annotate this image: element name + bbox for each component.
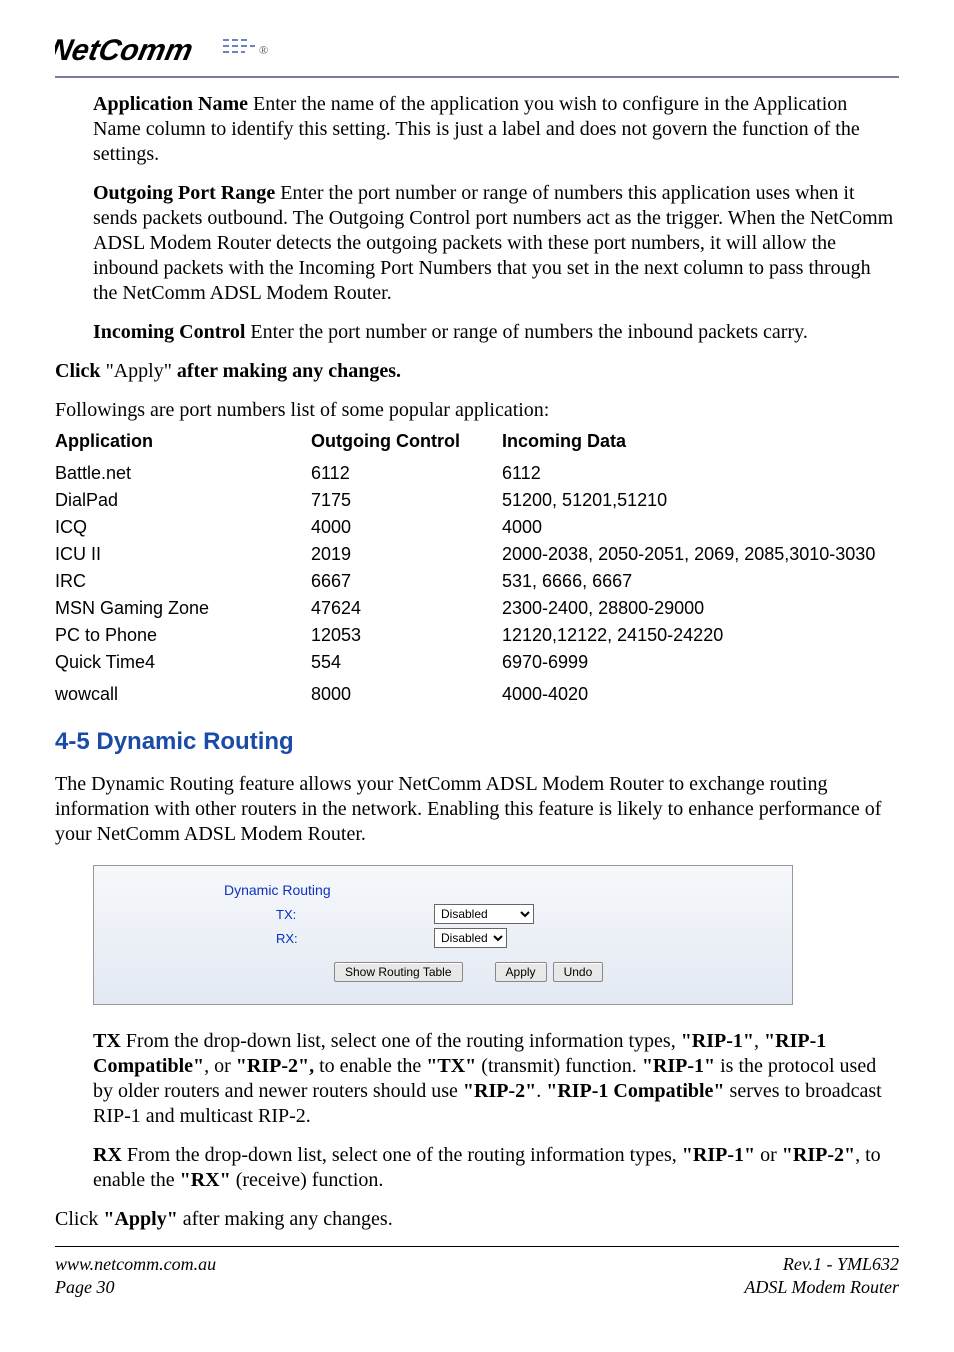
rx-select[interactable]: Disabled [434,928,507,948]
screenshot-title: Dynamic Routing [224,882,752,898]
term-outgoing: Outgoing Port Range [93,182,275,204]
table-row: wowcall80004000-4020 [55,676,899,708]
tx-select[interactable]: Disabled [434,904,534,924]
netcomm-logo-icon: NetComm [55,30,255,70]
show-routing-table-button[interactable]: Show Routing Table [334,962,463,982]
table-row: IRC6667531, 6666, 6667 [55,568,899,595]
tx-label: TX: [154,907,434,922]
term-incoming: Incoming Control [93,321,245,343]
application-name-paragraph: Application Name Enter the name of the a… [93,92,899,167]
footer-rev: Rev.1 - YML632 [744,1253,899,1276]
footer-page: Page 30 [55,1276,216,1299]
registered-mark: ® [259,43,268,58]
table-row: MSN Gaming Zone476242300-2400, 28800-290… [55,595,899,622]
tx-definition: TX From the drop-down list, select one o… [93,1029,899,1129]
footer-divider [55,1246,899,1247]
final-click-apply: Click "Apply" after making any changes. [55,1207,899,1232]
header-divider [55,76,899,78]
undo-button[interactable]: Undo [553,962,604,982]
outgoing-port-range-paragraph: Outgoing Port Range Enter the port numbe… [93,181,899,306]
dynamic-routing-screenshot: Dynamic Routing TX: Disabled RX: Disable… [93,865,793,1005]
incoming-control-paragraph: Incoming Control Enter the port number o… [93,320,899,345]
header-application: Application [55,427,311,460]
section-heading-dynamic-routing: 4-5 Dynamic Routing [55,728,899,756]
table-row: Quick Time45546970-6999 [55,649,899,676]
svg-text:NetComm: NetComm [55,34,196,67]
table-row: PC to Phone1205312120,12122, 24150-24220 [55,622,899,649]
click-apply-line: Click "Apply" after making any changes. [55,359,899,384]
rx-definition: RX From the drop-down list, select one o… [93,1143,899,1193]
term-application-name: Application Name [93,93,248,115]
click-quoted: "Apply" [106,360,172,382]
apply-button[interactable]: Apply [495,962,547,982]
rx-label: RX: [154,931,434,946]
table-row: DialPad717551200, 51201,51210 [55,487,899,514]
port-numbers-table: Application Outgoing Control Incoming Da… [55,427,899,708]
table-row: ICU II20192000-2038, 2050-2051, 2069, 20… [55,541,899,568]
dynamic-routing-intro: The Dynamic Routing feature allows your … [55,772,899,847]
click-suffix: after making any changes. [172,360,401,382]
header-incoming: Incoming Data [502,427,899,460]
table-row: ICQ40004000 [55,514,899,541]
tx-term: TX [93,1030,121,1052]
body-incoming: Enter the port number or range of number… [245,321,807,343]
brand-logo: NetComm ® [55,30,899,70]
header-outgoing: Outgoing Control [311,427,502,460]
footer-product: ADSL Modem Router [744,1276,899,1299]
footer-url: www.netcomm.com.au [55,1253,216,1276]
page-footer: www.netcomm.com.au Page 30 Rev.1 - YML63… [55,1253,899,1300]
click-prefix: Click [55,360,106,382]
rx-term: RX [93,1144,122,1166]
table-intro: Followings are port numbers list of some… [55,398,899,423]
table-row: Battle.net61126112 [55,460,899,487]
